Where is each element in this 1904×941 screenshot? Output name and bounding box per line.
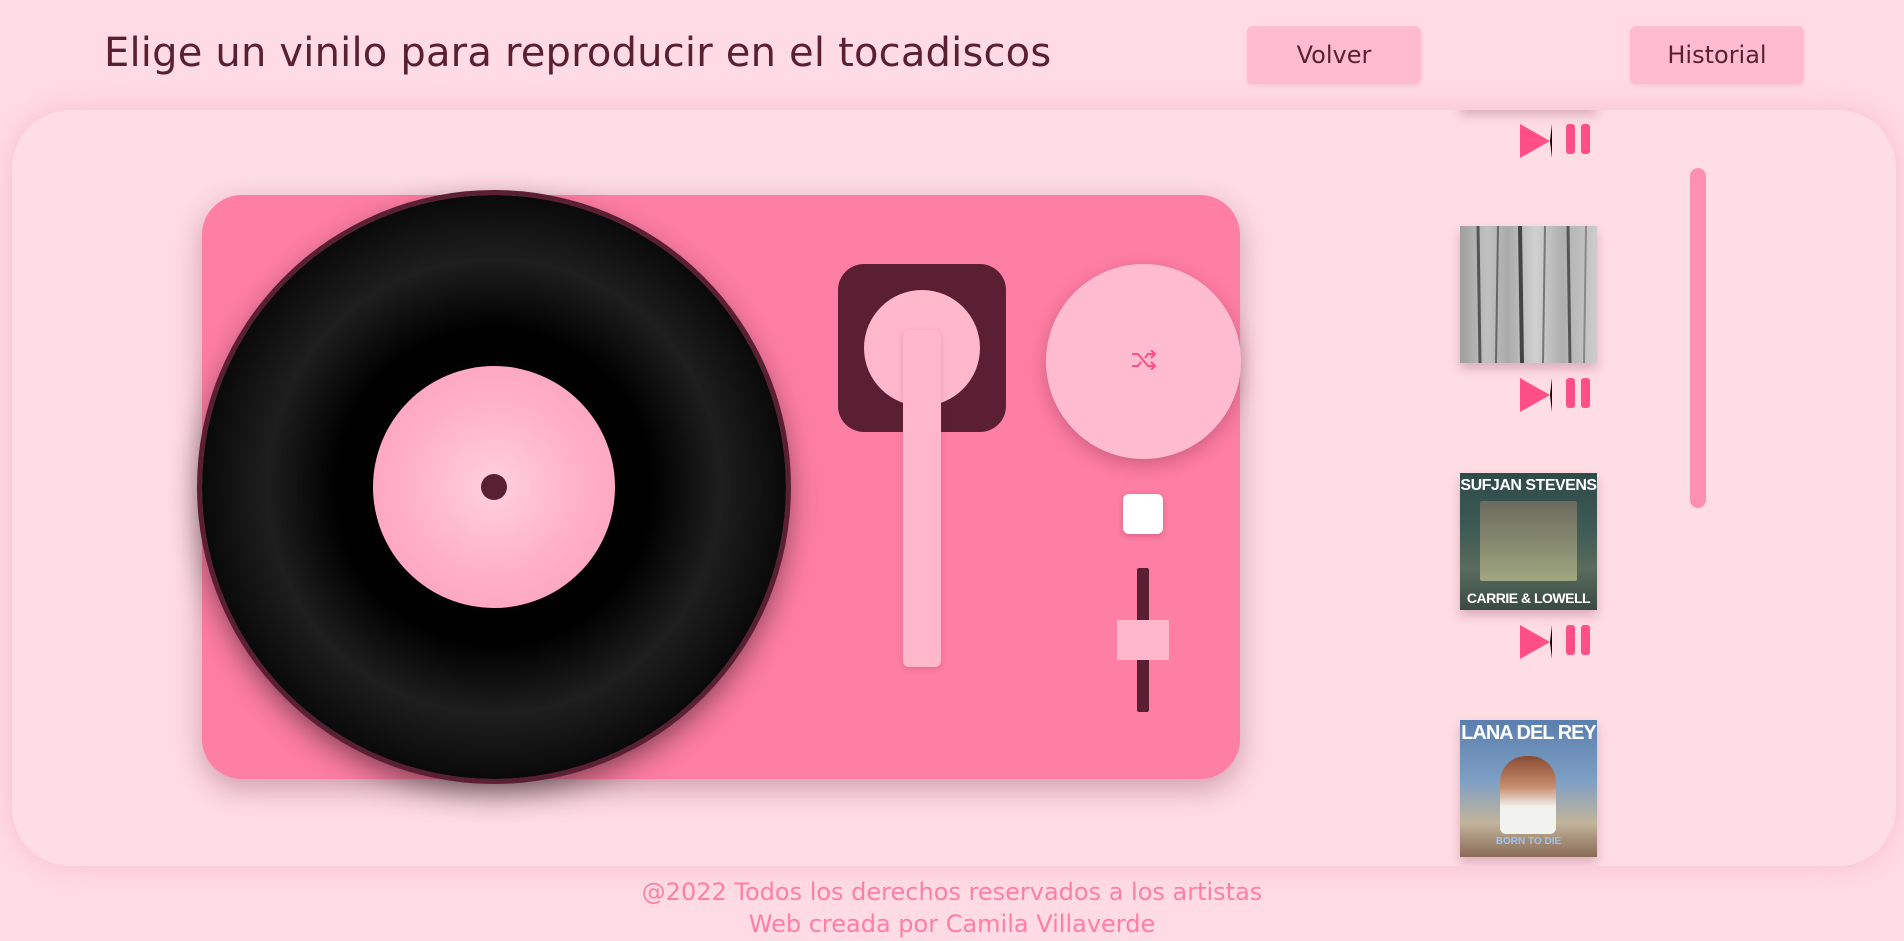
vinyl-record xyxy=(202,195,786,779)
pause-icon[interactable] xyxy=(1566,378,1592,408)
record-spindle xyxy=(481,474,507,500)
album-item: LANA DEL REY BORN TO DIE xyxy=(1420,720,1720,866)
album-list-scrollbar[interactable] xyxy=(1690,168,1706,508)
album-title: CARRIE & LOWELL xyxy=(1466,590,1591,606)
album-cover[interactable] xyxy=(1460,226,1597,363)
pause-icon[interactable] xyxy=(1566,625,1592,655)
play-icon[interactable] xyxy=(1520,124,1552,158)
album-cover[interactable]: LANA DEL REY BORN TO DIE xyxy=(1460,720,1597,857)
play-icon[interactable] xyxy=(1520,625,1552,659)
album-item xyxy=(1420,110,1720,202)
album-portrait xyxy=(1500,756,1556,834)
album-cover[interactable]: SUFJAN STEVENS CARRIE & LOWELL xyxy=(1460,473,1597,610)
album-controls xyxy=(1520,625,1592,659)
album-controls xyxy=(1520,124,1592,158)
album-list[interactable]: SUFJAN STEVENS CARRIE & LOWELL LANA DEL … xyxy=(1420,110,1720,866)
footer-copyright: @2022 Todos los derechos reservados a lo… xyxy=(641,878,1263,906)
tonearm[interactable] xyxy=(903,330,941,667)
album-artist: SUFJAN STEVENS xyxy=(1460,477,1597,494)
play-icon[interactable] xyxy=(1520,378,1552,412)
album-item xyxy=(1420,226,1720,456)
back-button[interactable]: Volver xyxy=(1247,26,1421,84)
shuffle-icon xyxy=(1131,349,1157,373)
stop-button[interactable] xyxy=(1123,494,1163,534)
album-artist: LANA DEL REY xyxy=(1461,722,1597,744)
shuffle-button[interactable] xyxy=(1046,264,1241,459)
album-controls xyxy=(1520,378,1592,412)
album-title: BORN TO DIE xyxy=(1495,836,1562,847)
album-photo xyxy=(1480,501,1577,581)
album-item: SUFJAN STEVENS CARRIE & LOWELL xyxy=(1420,473,1720,703)
pause-icon[interactable] xyxy=(1566,124,1592,154)
page-title: Elige un vinilo para reproducir en el to… xyxy=(104,30,1052,76)
forest-image-icon xyxy=(1460,226,1597,363)
history-button[interactable]: Historial xyxy=(1630,26,1804,84)
volume-slider-thumb[interactable] xyxy=(1117,620,1169,660)
footer-credit: Web creada por Camila Villaverde xyxy=(748,910,1156,938)
